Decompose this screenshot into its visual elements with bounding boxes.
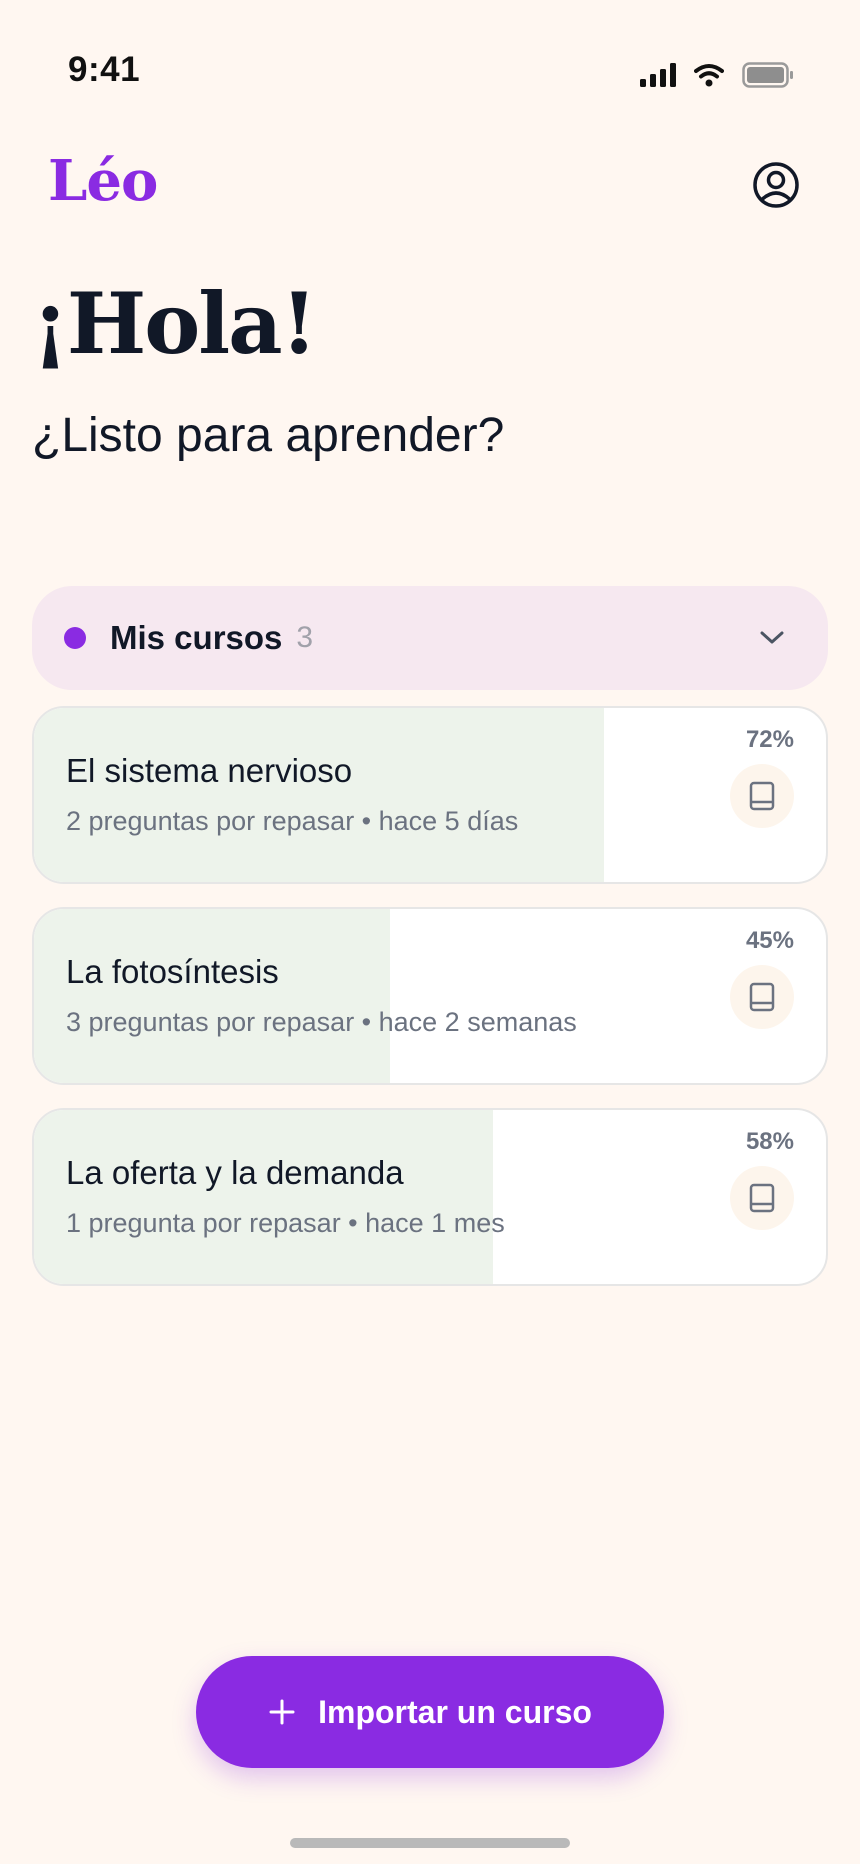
course-percent: 45% (745, 927, 794, 954)
course-meta: 1 pregunta por repasar • hace 1 mes (66, 1208, 505, 1238)
book-icon (730, 965, 794, 1029)
courses-section-toggle[interactable]: Mis cursos 3 (32, 586, 828, 690)
course-title: La oferta y la demanda (66, 1154, 404, 1191)
profile-button[interactable] (750, 160, 802, 212)
course-list: El sistema nervioso 2 preguntas por repa… (32, 706, 828, 1309)
course-progress-fill (34, 708, 605, 882)
status-time: 9:41 (68, 50, 141, 89)
book-icon (730, 764, 794, 828)
chevron-down-icon (752, 618, 792, 658)
greeting-title: ¡Hola! (32, 274, 317, 373)
course-meta: 3 preguntas por repasar • hace 2 semanas (66, 1007, 577, 1037)
course-progress-fill (34, 1110, 494, 1284)
course-meta: 2 preguntas por repasar • hace 5 días (66, 806, 519, 836)
app-header: Léo (0, 140, 860, 240)
course-card[interactable]: El sistema nervioso 2 preguntas por repa… (32, 706, 828, 884)
course-percent: 58% (745, 1128, 794, 1155)
book-icon (730, 1166, 794, 1230)
course-card[interactable]: La oferta y la demanda 1 pregunta por re… (32, 1108, 828, 1286)
signal-icon (640, 63, 676, 87)
section-count: 3 (296, 621, 314, 654)
section-dot (64, 627, 86, 649)
greeting-subtitle: ¿Listo para aprender? (32, 409, 505, 462)
plus-icon (268, 1698, 296, 1726)
course-card[interactable]: La fotosíntesis 3 preguntas por repasar … (32, 907, 828, 1085)
status-bar: 9:41 (0, 0, 860, 140)
home-indicator (290, 1838, 570, 1848)
status-icons (640, 62, 794, 88)
app-logo: Léo (48, 148, 158, 214)
import-course-button[interactable]: Importar un curso (196, 1656, 664, 1768)
battery-icon (742, 62, 794, 88)
wifi-icon (694, 63, 724, 87)
section-title: Mis cursos (110, 619, 283, 656)
course-progress-fill (34, 909, 391, 1083)
import-course-label: Importar un curso (318, 1693, 592, 1730)
course-title: El sistema nervioso (66, 752, 353, 789)
user-circle-icon (752, 161, 800, 212)
course-percent: 72% (745, 726, 794, 753)
course-title: La fotosíntesis (66, 953, 279, 990)
